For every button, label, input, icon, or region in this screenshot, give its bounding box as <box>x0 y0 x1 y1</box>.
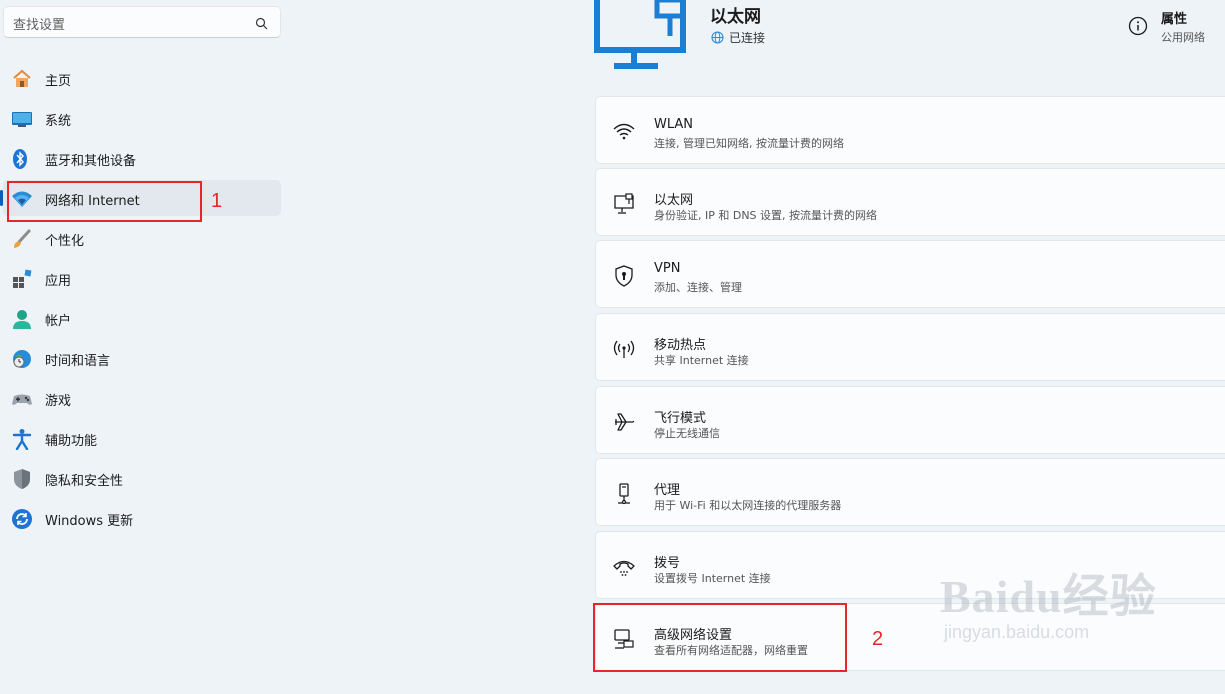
sidebar-item-label: 隐私和安全性 <box>45 474 124 489</box>
card-mobile-hotspot[interactable]: 移动热点 共享 Internet 连接 <box>595 313 1225 381</box>
card-ethernet[interactable]: 以太网 身份验证, IP 和 DNS 设置, 按流量计费的网络 <box>595 168 1225 236</box>
annotation-box-1 <box>7 181 202 222</box>
sidebar-item-label: 帐户 <box>45 314 72 329</box>
connection-status-text: 已连接 <box>729 31 766 45</box>
card-title: VPN <box>654 261 681 276</box>
card-title: 移动热点 <box>654 338 707 353</box>
proxy-icon <box>612 482 636 506</box>
system-icon <box>11 108 32 128</box>
card-title: 代理 <box>654 483 681 498</box>
sidebar-item-privacy[interactable]: 隐私和安全性 <box>3 460 281 496</box>
brush-icon <box>11 228 31 248</box>
sidebar-item-system[interactable]: 系统 <box>3 100 281 136</box>
wlan-icon <box>612 120 636 144</box>
annotation-label-2: 2 <box>872 628 884 650</box>
sidebar-item-home[interactable]: 主页 <box>3 60 281 96</box>
sidebar-item-bluetooth[interactable]: 蓝牙和其他设备 <box>3 140 281 176</box>
sidebar-item-gaming[interactable]: 游戏 <box>3 380 281 416</box>
card-subtitle: 添加、连接、管理 <box>654 281 742 294</box>
dialup-icon <box>612 555 636 579</box>
properties-subtitle: 公用网络 <box>1161 31 1205 44</box>
sidebar-item-accessibility[interactable]: 辅助功能 <box>3 420 281 456</box>
vpn-shield-icon <box>612 264 636 288</box>
update-icon <box>11 508 32 529</box>
card-subtitle: 连接, 管理已知网络, 按流量计费的网络 <box>654 137 844 150</box>
sidebar-item-time-language[interactable]: 时间和语言 <box>3 340 281 376</box>
card-subtitle: 身份验证, IP 和 DNS 设置, 按流量计费的网络 <box>654 209 878 222</box>
apps-icon <box>11 268 32 288</box>
sidebar-item-label: 系统 <box>45 114 72 129</box>
watermark-logo: Baidu经验 <box>940 571 1157 622</box>
account-icon <box>11 308 31 329</box>
card-subtitle: 共享 Internet 连接 <box>654 354 749 367</box>
sidebar-item-label: 时间和语言 <box>45 354 111 369</box>
shield-icon <box>11 468 31 489</box>
sidebar-item-label: 个性化 <box>45 234 85 249</box>
home-icon <box>11 68 31 88</box>
card-vpn[interactable]: VPN 添加、连接、管理 <box>595 240 1225 308</box>
page-title: 以太网 <box>710 7 761 27</box>
sidebar-item-label: 辅助功能 <box>45 434 98 449</box>
card-subtitle: 设置拨号 Internet 连接 <box>654 572 771 585</box>
card-subtitle: 用于 Wi-Fi 和以太网连接的代理服务器 <box>654 499 842 512</box>
bluetooth-icon <box>11 148 31 169</box>
sidebar-item-label: 游戏 <box>45 394 72 409</box>
sidebar-item-label: Windows 更新 <box>45 514 134 529</box>
annotation-box-2 <box>593 603 847 672</box>
card-wlan[interactable]: WLAN 连接, 管理已知网络, 按流量计费的网络 <box>595 96 1225 164</box>
sidebar-item-windows-update[interactable]: Windows 更新 <box>3 500 281 536</box>
ethernet-hero-icon <box>594 0 689 74</box>
annotation-label-1: 1 <box>211 190 223 212</box>
properties-title: 属性 <box>1161 12 1188 27</box>
gaming-icon <box>11 388 32 408</box>
globe-icon <box>711 31 724 47</box>
time-language-icon <box>11 348 31 368</box>
card-subtitle: 停止无线通信 <box>654 427 720 440</box>
airplane-icon <box>612 410 636 434</box>
card-proxy[interactable]: 代理 用于 Wi-Fi 和以太网连接的代理服务器 <box>595 458 1225 526</box>
hotspot-icon <box>612 337 636 361</box>
baidu-watermark: Baidu经验 jingyan.baidu.com <box>940 560 1157 643</box>
sidebar-item-personalization[interactable]: 个性化 <box>3 220 281 256</box>
sidebar-item-apps[interactable]: 应用 <box>3 260 281 296</box>
card-title: 以太网 <box>654 193 694 208</box>
card-title: 飞行模式 <box>654 411 707 426</box>
accessibility-icon <box>11 428 32 451</box>
sidebar-item-label: 应用 <box>45 274 72 289</box>
sidebar-item-label: 蓝牙和其他设备 <box>45 154 137 169</box>
sidebar: 查找设置 主页 系统 蓝牙和其他设备 网络和 Internet 个性化 应用 帐… <box>0 0 290 694</box>
ethernet-icon <box>612 192 636 216</box>
card-title: WLAN <box>654 117 694 132</box>
card-title: 拨号 <box>654 556 681 571</box>
search-box[interactable]: 查找设置 <box>3 6 281 38</box>
sidebar-item-label: 主页 <box>45 74 72 89</box>
search-input[interactable]: 查找设置 <box>13 14 65 33</box>
card-airplane-mode[interactable]: 飞行模式 停止无线通信 <box>595 386 1225 454</box>
sidebar-item-accounts[interactable]: 帐户 <box>3 300 281 336</box>
info-icon <box>1128 16 1148 40</box>
search-icon[interactable] <box>255 15 268 34</box>
connection-status: 已连接 <box>711 29 765 47</box>
